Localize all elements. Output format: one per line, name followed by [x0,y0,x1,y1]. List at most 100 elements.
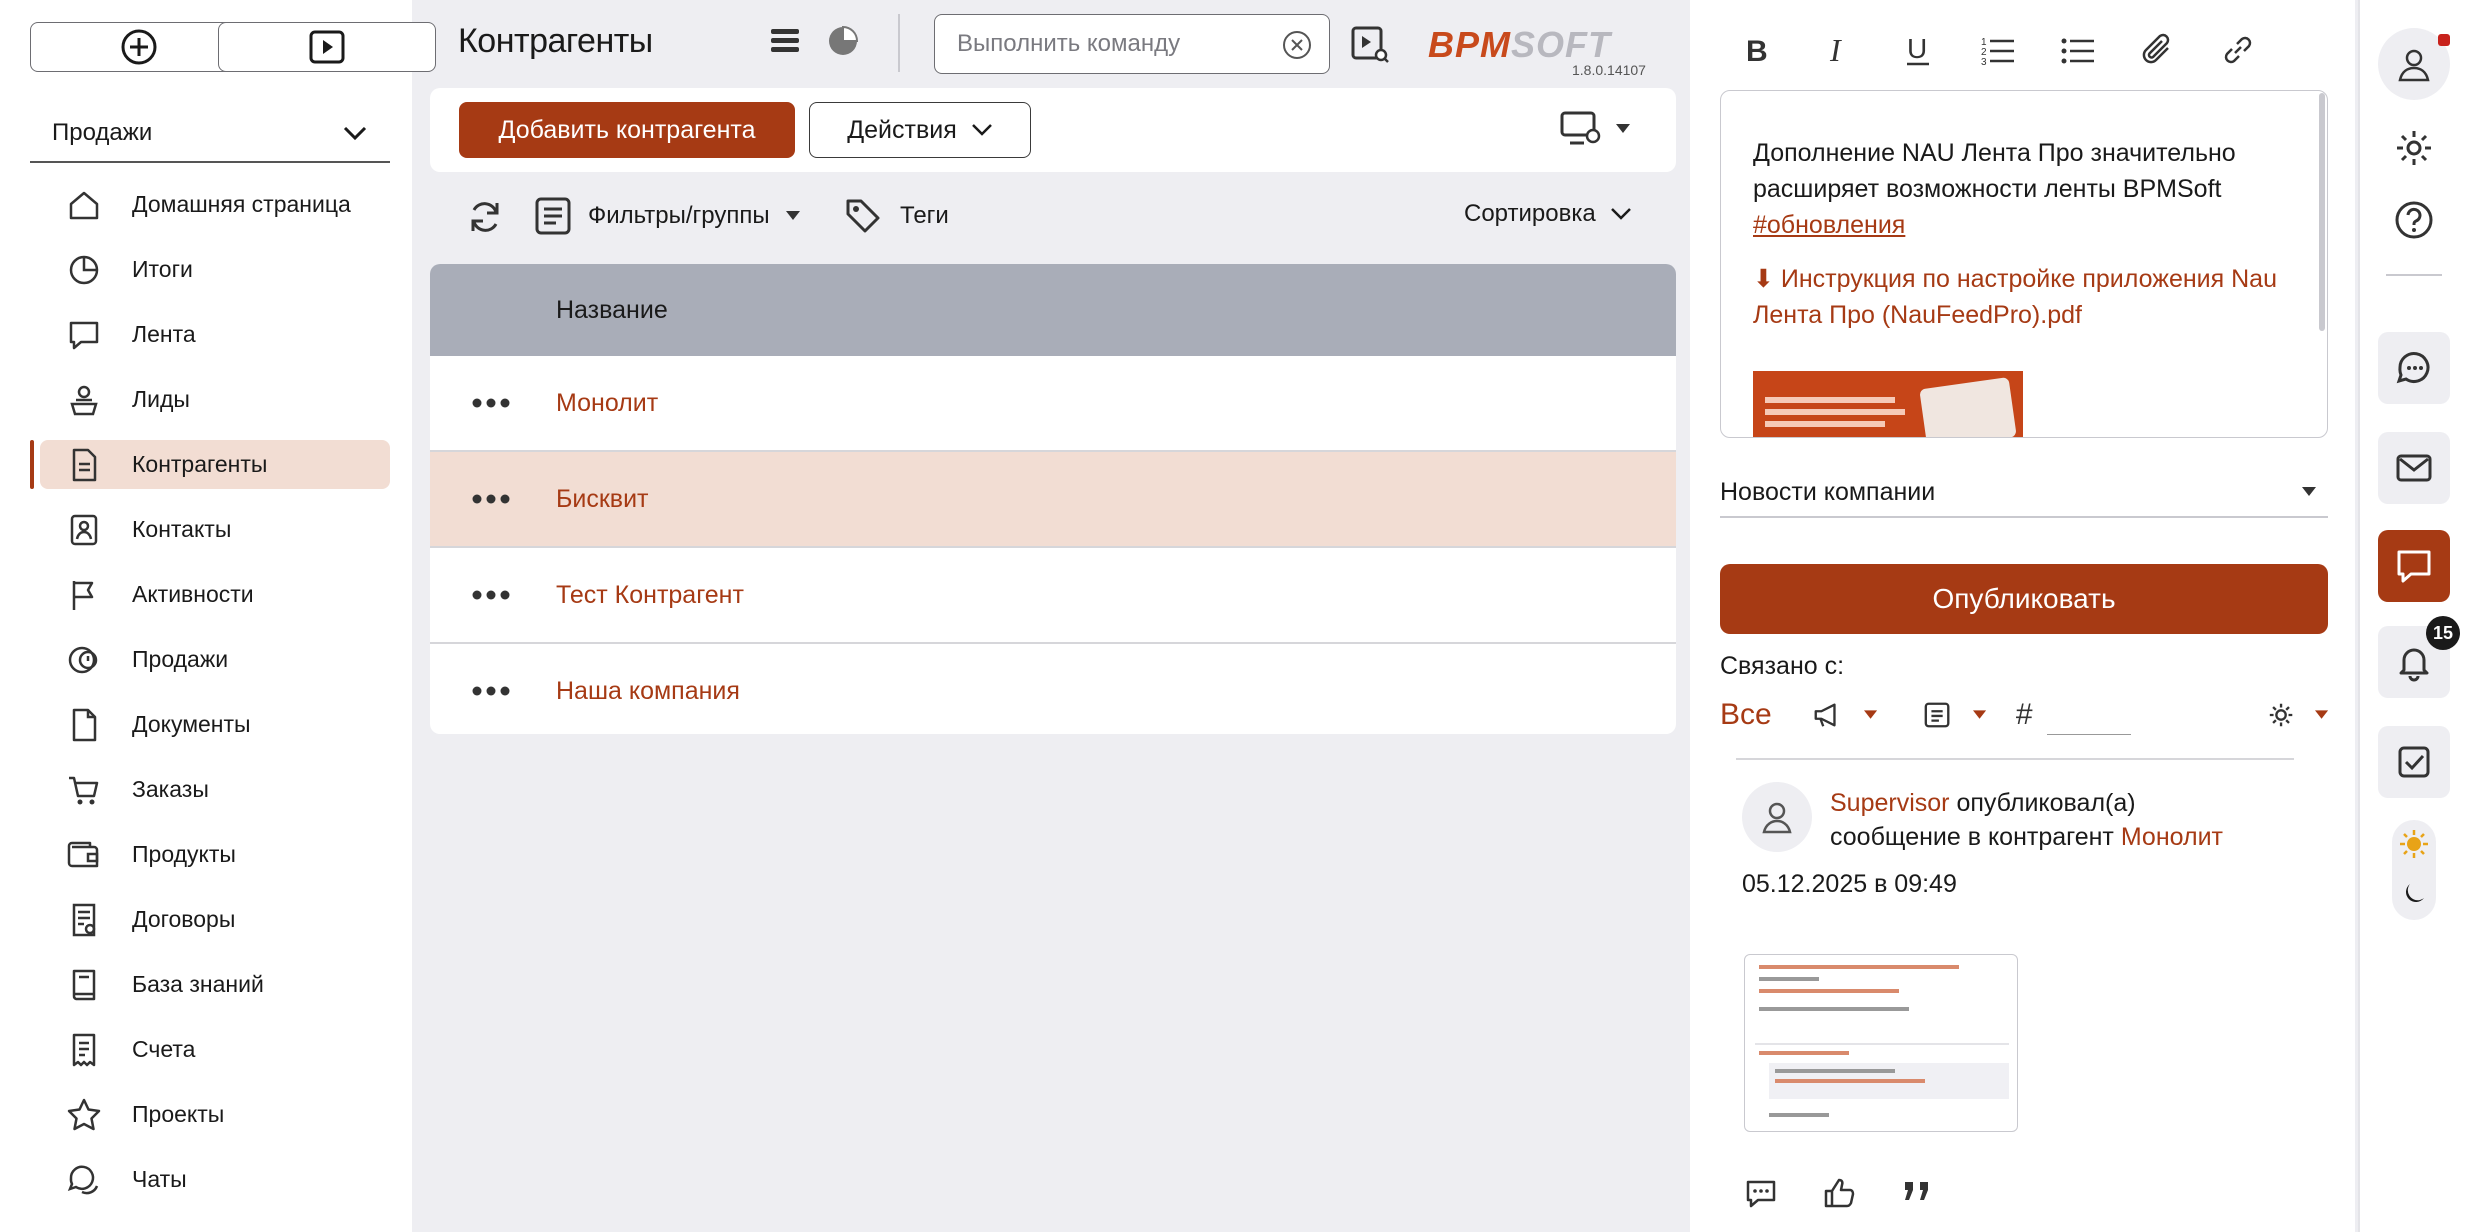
chevron-down-icon [343,126,367,141]
filters-button[interactable]: Фильтры/группы [534,196,800,236]
like-icon[interactable] [1822,1176,1856,1210]
sidebar-item[interactable]: Счета [30,1017,390,1082]
sidebar-item[interactable]: Контрагенты [30,432,390,497]
numbered-list-icon[interactable]: 123 [1978,30,2018,70]
bold-icon[interactable]: B [1738,30,1778,70]
bullet-list-icon[interactable] [2058,30,2098,70]
editor-scrollbar[interactable] [2319,93,2325,331]
row-menu-icon[interactable] [430,686,552,696]
command-input[interactable]: Выполнить команду [934,14,1330,74]
refresh-button[interactable] [466,198,504,236]
sidebar-item[interactable]: Лиды [30,367,390,432]
screen-search-button[interactable] [1350,24,1390,64]
email-rail-button[interactable] [2378,432,2450,504]
comment-icon[interactable] [1744,1176,1778,1210]
row-menu-icon[interactable] [430,494,552,504]
account-name-link[interactable]: Бисквит [552,485,649,514]
tasks-rail-button[interactable] [2378,726,2450,798]
sidebar-item[interactable]: Продажи [30,627,390,692]
sidebar-nav: Домашняя страница Итоги Лента Лиды Контраген… [30,172,390,1212]
caret-down-icon[interactable] [1972,710,1986,720]
star-icon [66,1097,102,1133]
post-target[interactable]: Монолит [2121,823,2223,851]
feed-rail-button[interactable] [2378,530,2450,602]
sun-icon[interactable] [2398,828,2430,860]
account-name-link[interactable]: Тест Контрагент [552,581,744,610]
account-name-link[interactable]: Монолит [552,389,658,418]
editor-hashtag[interactable]: #обновления [1753,211,1905,239]
theme-toggle[interactable] [2392,820,2436,920]
pie-chart-icon [829,25,859,55]
table-header: Название [430,264,1676,356]
caret-down-icon[interactable] [1863,710,1877,720]
post-author[interactable]: Supervisor [1830,789,1950,817]
sidebar-item[interactable]: Заказы [30,757,390,822]
post-actions [1744,1176,1934,1210]
chevron-down-icon [971,124,992,136]
view-settings-button[interactable] [1560,110,1630,148]
sidebar-item[interactable]: Документы [30,692,390,757]
gear-icon[interactable] [2267,700,2295,730]
chat-bubble-icon [2397,550,2431,583]
list-view-button[interactable] [768,24,802,58]
sort-button[interactable]: Сортировка [1464,200,1632,228]
actions-button[interactable]: Действия [809,102,1031,158]
sidebar-item[interactable]: Проекты [30,1082,390,1147]
underline-icon[interactable]: U [1898,30,1938,70]
sidebar-item[interactable]: Активности [30,562,390,627]
sales-icon [66,642,102,678]
settings-button[interactable] [2394,128,2434,168]
analytics-view-button[interactable] [826,24,860,58]
editor-attachment-link[interactable]: ⬇ Инструкция по настройке приложения Nau… [1753,261,2293,333]
publish-button[interactable]: Опубликовать [1720,564,2328,634]
sidebar-item[interactable]: Продукты [30,822,390,887]
profile-button[interactable] [2378,28,2450,100]
link-icon[interactable] [2218,30,2258,70]
table-body: Монолит Бисквит Тест Контрагент Наша компан… [430,356,1676,734]
table-row[interactable]: Бисквит [430,452,1676,548]
section-select[interactable]: Продажи [30,105,390,163]
sidebar-item[interactable]: База знаний [30,952,390,1017]
quote-icon[interactable] [1900,1176,1934,1210]
svg-text:3: 3 [1981,57,1987,68]
notifications-count-badge: 15 [2426,616,2460,650]
sidebar-item[interactable]: Договоры [30,887,390,952]
add-button[interactable] [30,22,248,72]
italic-icon[interactable]: I [1818,30,1858,70]
channel-select[interactable]: Новости компании [1720,468,2328,518]
tags-button[interactable]: Теги [844,196,949,236]
row-menu-icon[interactable] [430,590,552,600]
moon-icon[interactable] [2400,880,2428,908]
add-account-button[interactable]: Добавить контрагента [459,102,795,158]
sidebar-item[interactable]: Лента [30,302,390,367]
post-editor[interactable]: Дополнение NAU Лента Про значительно рас… [1720,90,2328,438]
attach-icon[interactable] [2138,30,2178,70]
sidebar-item[interactable]: Чаты [30,1147,390,1212]
channel-label: Новости компании [1720,477,1936,506]
play-video-button[interactable] [218,22,436,72]
list-icon[interactable] [1923,700,1951,730]
chats-icon [2396,352,2430,384]
megaphone-icon[interactable] [1812,700,1844,730]
svg-text:I: I [1829,32,1842,68]
filter-all[interactable]: Все [1720,698,1772,732]
chats-rail-button[interactable] [2378,332,2450,404]
row-menu-icon[interactable] [430,398,552,408]
avatar[interactable] [1742,782,1812,852]
account-name-link[interactable]: Наша компания [552,677,740,706]
sidebar-item[interactable]: Домашняя страница [30,172,390,237]
sidebar-item[interactable]: Итоги [30,237,390,302]
clear-icon[interactable] [1281,29,1313,61]
hashtag-filter-input[interactable] [2046,695,2131,735]
table-row[interactable]: Тест Контрагент [430,548,1676,644]
help-button[interactable] [2394,200,2434,240]
sidebar-item[interactable]: Контакты [30,497,390,562]
column-header-name[interactable]: Название [556,296,668,325]
table-row[interactable]: Наша компания [430,644,1676,734]
post-image[interactable] [1744,954,2018,1132]
chevron-down-icon [1610,208,1631,220]
caret-down-icon [1616,124,1630,133]
notifications-rail-button[interactable]: 15 [2378,616,2460,698]
table-row[interactable]: Монолит [430,356,1676,452]
caret-down-icon[interactable] [2314,710,2328,720]
